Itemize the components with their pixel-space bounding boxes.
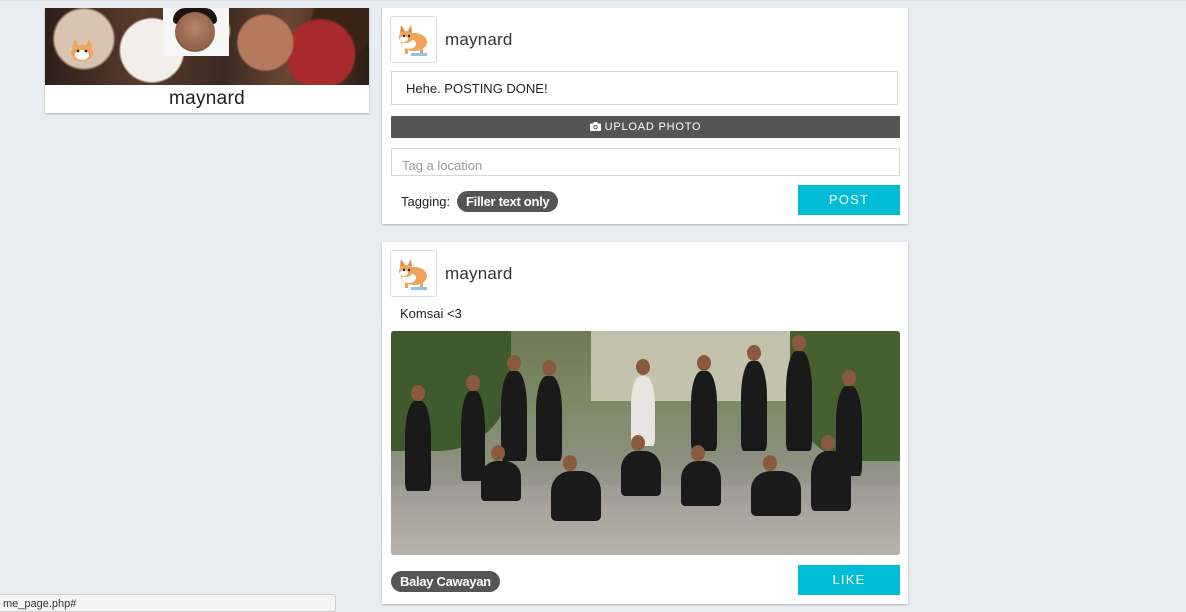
post-button[interactable]: POST — [798, 185, 900, 215]
profile-name[interactable]: maynard — [45, 88, 369, 110]
corgi-icon — [71, 39, 93, 61]
status-url: me_page.php# — [3, 598, 77, 610]
location-badge[interactable]: Balay Cawayan — [391, 571, 500, 592]
username[interactable]: maynard — [445, 264, 513, 284]
profile-card: maynard — [45, 8, 369, 113]
cover-photo — [45, 8, 369, 85]
tagging-label: Tagging: — [401, 194, 451, 209]
corgi-avatar-icon — [399, 259, 427, 290]
post-text-value: Hehe. POSTING DONE! — [406, 81, 548, 96]
post-text-input[interactable]: Hehe. POSTING DONE! — [391, 71, 898, 105]
like-button[interactable]: LIKE — [798, 565, 900, 595]
avatar[interactable] — [390, 16, 437, 63]
browser-status-bar: me_page.php# — [0, 594, 336, 612]
compose-card: maynard Hehe. POSTING DONE! UPLOAD PHOTO… — [382, 8, 908, 224]
upload-photo-label: UPLOAD PHOTO — [604, 121, 702, 133]
upload-photo-button[interactable]: UPLOAD PHOTO — [391, 116, 900, 138]
post-caption: Komsai <3 — [400, 306, 462, 321]
profile-picture[interactable] — [163, 8, 229, 56]
username[interactable]: maynard — [445, 30, 513, 50]
avatar[interactable] — [390, 250, 437, 297]
camera-icon — [589, 122, 601, 131]
post-card: maynard Komsai <3 Balay Cawayan LIKE — [382, 242, 908, 604]
tag-badge[interactable]: Filler text only — [457, 191, 559, 212]
post-photo[interactable] — [391, 331, 900, 555]
corgi-avatar-icon — [399, 25, 427, 56]
tag-location-input[interactable] — [391, 148, 900, 176]
top-border — [0, 0, 1186, 1]
